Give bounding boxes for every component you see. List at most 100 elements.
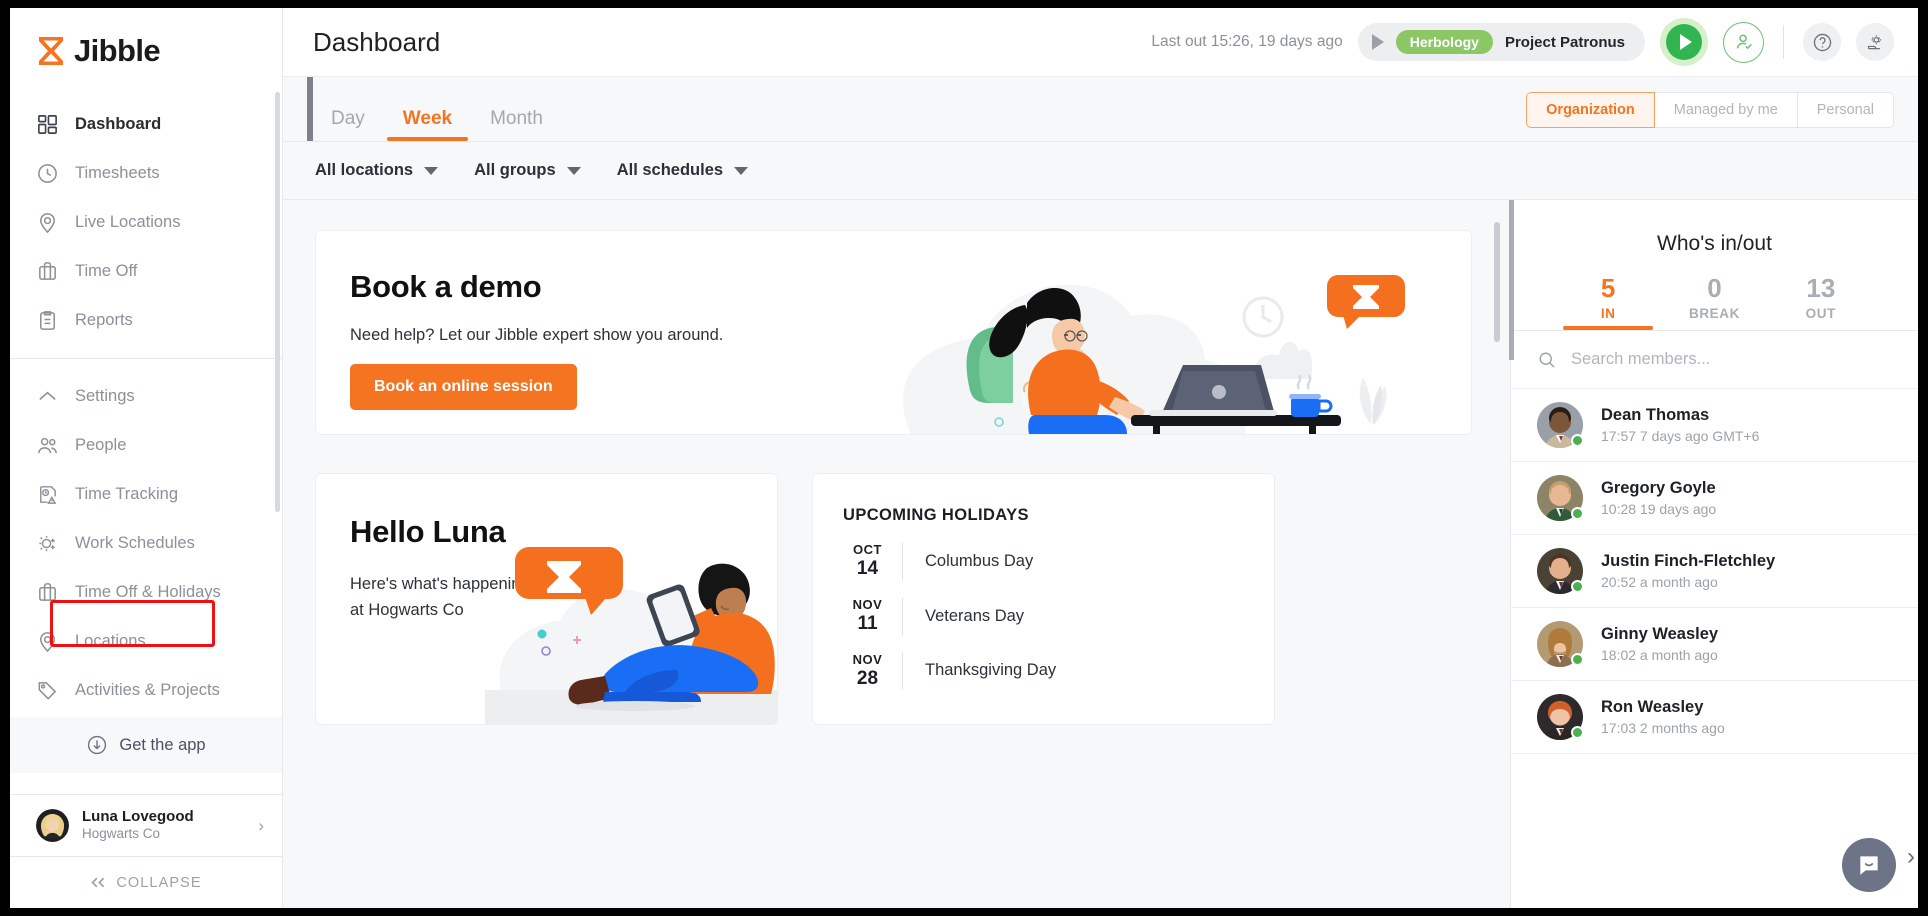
sidebar-item-label: Time Off & Holidays xyxy=(75,583,221,601)
avatar xyxy=(1537,402,1584,448)
book-online-session-button[interactable]: Book an online session xyxy=(350,364,577,410)
scope-segmented-control: Organization Managed by me Personal xyxy=(1526,92,1894,128)
sidebar-item-reports[interactable]: Reports xyxy=(10,296,282,345)
demo-card-title: Book a demo xyxy=(350,269,542,304)
status-tab-break[interactable]: 0 BREAK xyxy=(1661,273,1767,330)
chevron-right-icon: › xyxy=(258,815,264,835)
list-item[interactable]: Ron Weasley 17:03 2 months ago xyxy=(1511,681,1918,754)
sidebar-item-dashboard[interactable]: Dashboard xyxy=(10,100,282,149)
clock-in-play-button[interactable] xyxy=(1660,18,1708,66)
play-small-icon xyxy=(1371,34,1384,50)
content-scrollbar[interactable] xyxy=(1494,222,1500,342)
sidebar-item-settings[interactable]: Settings xyxy=(10,372,282,421)
filter-label: All locations xyxy=(315,161,414,179)
tab-day[interactable]: Day xyxy=(315,108,381,141)
filter-label: All groups xyxy=(474,161,556,179)
panel-title: Who's in/out xyxy=(1657,232,1772,255)
sidebar-item-timesheets[interactable]: Timesheets xyxy=(10,149,282,198)
sidebar-item-work-schedules[interactable]: Work Schedules xyxy=(10,519,282,568)
sidebar-item-locations[interactable]: Locations xyxy=(10,617,282,666)
holiday-name: Thanksgiving Day xyxy=(925,661,1057,680)
member-time: 10:28 19 days ago xyxy=(1601,501,1717,517)
sidebar-scrollbar[interactable] xyxy=(275,92,280,512)
nav-divider xyxy=(10,358,282,359)
holiday-row: NOV 28 Thanksgiving Day xyxy=(843,652,1274,690)
person-check-button[interactable] xyxy=(1723,21,1764,63)
chat-icon xyxy=(1860,856,1878,875)
collapse-sidebar-button[interactable]: COLLAPSE xyxy=(10,856,282,908)
member-name: Dean Thomas xyxy=(1601,406,1710,424)
sidebar-user-profile[interactable]: Luna Lovegood Hogwarts Co › xyxy=(10,794,282,856)
app-window: Jibble Dashboard Timesheets Live Locatio… xyxy=(10,8,1918,908)
status-count: 5 xyxy=(1600,273,1616,303)
tab-week[interactable]: Week xyxy=(386,108,469,141)
member-info: Dean Thomas 17:57 7 days ago GMT+6 xyxy=(1601,406,1759,444)
segment-organization[interactable]: Organization xyxy=(1526,92,1655,128)
avatar xyxy=(1537,475,1584,521)
search-input[interactable] xyxy=(1571,350,1892,369)
filter-all-locations[interactable]: All locations xyxy=(315,161,439,180)
member-info: Justin Finch-Fletchley 20:52 a month ago xyxy=(1601,552,1775,590)
get-the-app-button[interactable]: Get the app xyxy=(10,717,282,773)
holidays-title: UPCOMING HOLIDAYS xyxy=(843,506,1029,524)
clock-icon xyxy=(38,164,57,183)
avatar xyxy=(1537,621,1584,667)
member-list: Dean Thomas 17:57 7 days ago GMT+6 Grego… xyxy=(1511,389,1918,908)
pin-icon xyxy=(40,213,55,234)
holiday-name: Columbus Day xyxy=(925,551,1034,570)
top-header: Dashboard Last out 15:26, 19 days ago He… xyxy=(283,8,1918,77)
help-button[interactable] xyxy=(1803,23,1841,61)
sidebar-item-label: Activities & Projects xyxy=(75,681,220,699)
holiday-month: NOV xyxy=(852,596,883,612)
sidebar-user-meta: Luna Lovegood Hogwarts Co xyxy=(82,808,245,844)
status-dot-online xyxy=(1571,580,1584,593)
sidebar-user-org: Hogwarts Co xyxy=(82,826,161,842)
sidebar-item-label: People xyxy=(75,436,127,454)
list-item[interactable]: Gregory Goyle 10:28 19 days ago xyxy=(1511,462,1918,535)
filter-all-groups[interactable]: All groups xyxy=(474,161,581,180)
sidebar-item-time-tracking[interactable]: Time Tracking xyxy=(10,470,282,519)
period-tabs: Day Week Month xyxy=(315,108,559,141)
list-item[interactable]: Ginny Weasley 18:02 a month ago xyxy=(1511,608,1918,681)
settings-button[interactable] xyxy=(1856,23,1894,61)
status-tab-in[interactable]: 5 IN xyxy=(1555,273,1661,330)
list-item[interactable]: Justin Finch-Fletchley 20:52 a month ago xyxy=(1511,535,1918,608)
sidebar-item-time-off-holidays[interactable]: Time Off & Holidays xyxy=(10,568,282,617)
tab-month[interactable]: Month xyxy=(474,108,559,141)
panel-next-arrow[interactable]: › xyxy=(1907,843,1915,871)
filter-all-schedules[interactable]: All schedules xyxy=(617,161,749,180)
page-title: Dashboard xyxy=(313,26,441,57)
header-actions: Last out 15:26, 19 days ago Herbology Pr… xyxy=(1151,18,1894,66)
chat-support-button[interactable] xyxy=(1842,838,1896,892)
period-tabs-row: Day Week Month Organization Managed by m… xyxy=(283,77,1918,142)
panel-scrollbar[interactable] xyxy=(1509,200,1514,360)
logo-text: Jibble xyxy=(74,33,161,68)
sidebar-item-live-locations[interactable]: Live Locations xyxy=(10,198,282,247)
demo-illustration xyxy=(902,275,1405,434)
demo-card-subtitle: Need help? Let our Jibble expert show yo… xyxy=(350,326,724,344)
segment-managed-by-me[interactable]: Managed by me xyxy=(1654,92,1798,128)
sidebar-item-label: Time Tracking xyxy=(75,485,178,503)
sidebar-item-people[interactable]: People xyxy=(10,421,282,470)
dashboard-content: Book a demo Need help? Let our Jibble ex… xyxy=(283,200,1510,908)
holiday-day: 28 xyxy=(856,667,879,689)
segment-personal[interactable]: Personal xyxy=(1797,92,1894,128)
project-name: Project Patronus xyxy=(1504,33,1625,51)
chevron-down-icon xyxy=(424,166,439,175)
list-item[interactable]: Dean Thomas 17:57 7 days ago GMT+6 xyxy=(1511,389,1918,462)
member-info: Gregory Goyle 10:28 19 days ago xyxy=(1601,479,1716,517)
status-tab-out[interactable]: 13 OUT xyxy=(1768,273,1874,330)
content-scroll-track-marker xyxy=(307,77,313,141)
sidebar-item-time-off[interactable]: Time Off xyxy=(10,247,282,296)
collapse-label: COLLAPSE xyxy=(116,874,202,891)
time-tracking-icon xyxy=(40,486,57,504)
app-logo[interactable]: Jibble xyxy=(10,8,282,94)
status-count: 13 xyxy=(1806,273,1836,303)
current-activity-pill[interactable]: Herbology Project Patronus xyxy=(1357,23,1645,61)
primary-nav: Dashboard Timesheets Live Locations Time… xyxy=(10,94,282,715)
holiday-day: 11 xyxy=(857,612,878,634)
member-time: 17:03 2 months ago xyxy=(1601,720,1725,736)
book-a-demo-card: Book a demo Need help? Let our Jibble ex… xyxy=(315,230,1472,435)
sidebar-item-activities-projects[interactable]: Activities & Projects xyxy=(10,666,282,715)
tag-icon xyxy=(38,682,57,700)
